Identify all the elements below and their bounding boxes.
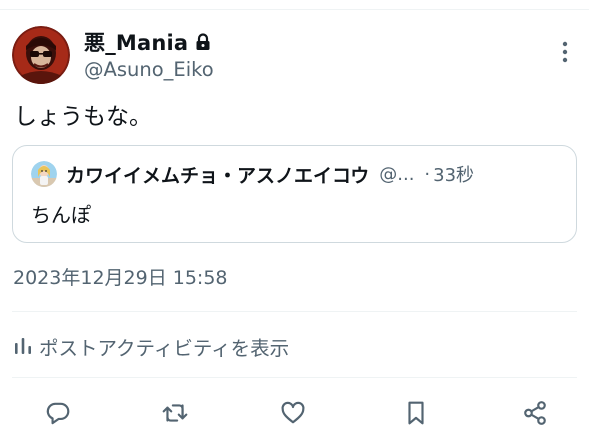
divider — [12, 311, 577, 312]
repost-button[interactable] — [158, 396, 192, 430]
quote-time: 33秒 — [433, 165, 475, 186]
reply-button[interactable] — [41, 396, 75, 430]
quote-avatar — [31, 161, 57, 187]
quote-display-name: カワイイメムチョ・アスノエイコウ — [66, 164, 370, 187]
repost-icon — [161, 400, 189, 426]
tweet-timestamp[interactable]: 2023年12月29日 15:58 — [13, 264, 228, 292]
share-button[interactable] — [518, 396, 552, 430]
quote-header: カワイイメムチョ・アスノエイコウ @... · 33秒 — [31, 160, 562, 188]
post-activity-label: ポストアクティビティを表示 — [39, 336, 290, 360]
action-bar — [0, 396, 589, 430]
bookmark-icon — [404, 400, 428, 426]
share-icon — [522, 400, 548, 426]
like-button[interactable] — [276, 396, 310, 430]
author-handle[interactable]: @Asuno_Eiko — [84, 58, 214, 81]
author-names: 悪_Mania @Asuno_Eiko — [84, 28, 214, 81]
quote-text: ちんぽ — [31, 203, 91, 227]
lock-icon — [195, 33, 211, 51]
bar-chart-icon — [14, 337, 32, 355]
quote-separator: · — [424, 163, 431, 185]
post-activity-link[interactable]: ポストアクティビティを表示 — [14, 330, 289, 362]
avatar[interactable] — [12, 26, 70, 84]
heart-icon — [280, 400, 306, 426]
divider — [12, 377, 577, 378]
tweet-text: しょうもな。 — [14, 104, 152, 130]
tweet-header: 悪_Mania @Asuno_Eiko — [12, 26, 214, 84]
top-divider — [0, 9, 589, 10]
quoted-tweet[interactable]: カワイイメムチョ・アスノエイコウ @... · 33秒 ちんぽ — [12, 145, 577, 243]
more-vertical-icon[interactable] — [555, 40, 575, 64]
bookmark-button[interactable] — [399, 396, 433, 430]
display-name-row: 悪_Mania — [84, 28, 214, 56]
quote-handle: @... — [379, 163, 415, 185]
display-name[interactable]: 悪_Mania — [84, 27, 188, 57]
reply-icon — [45, 400, 71, 426]
